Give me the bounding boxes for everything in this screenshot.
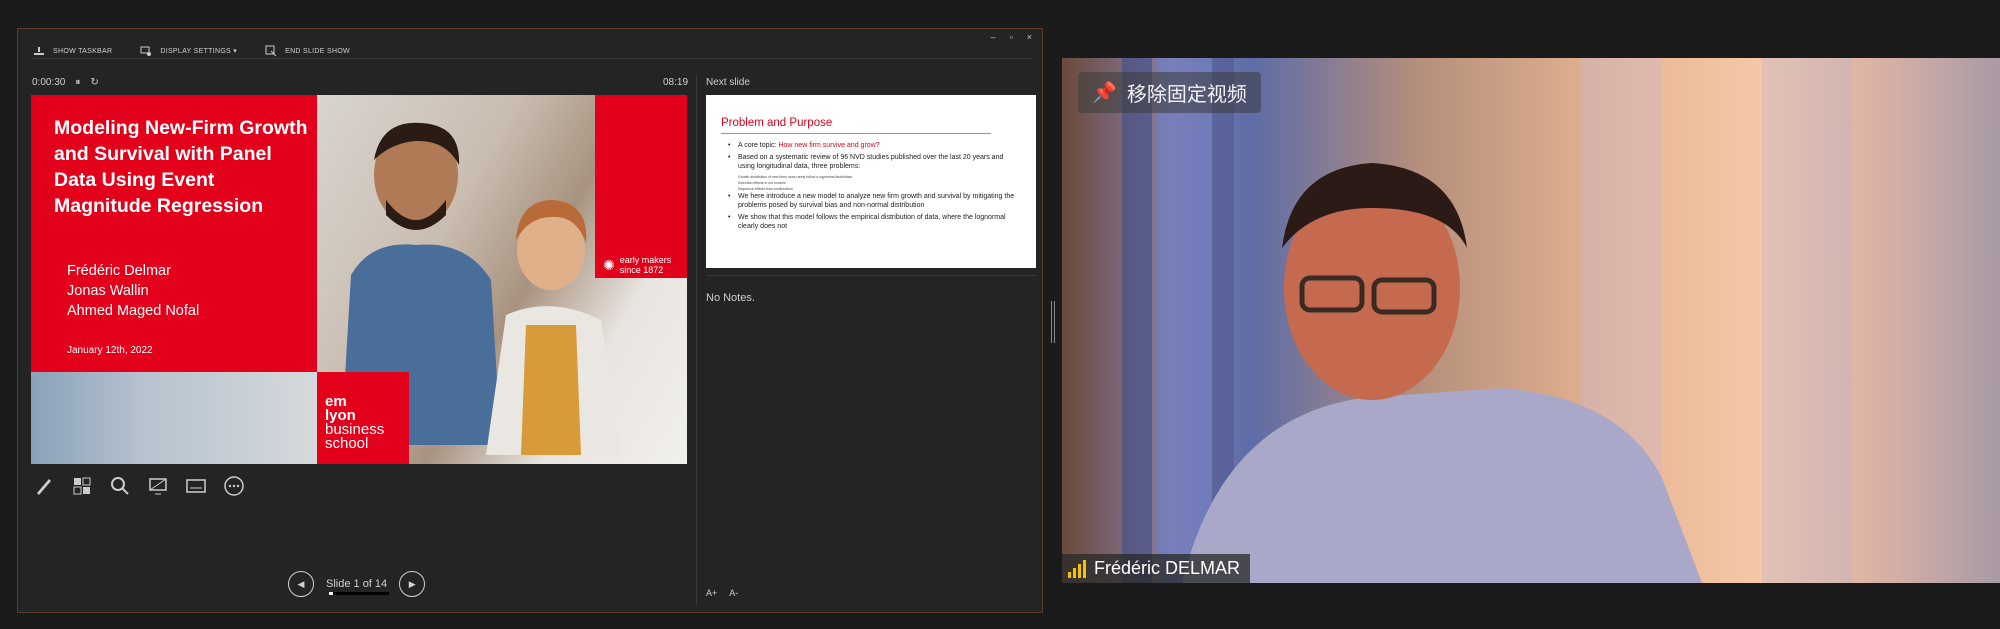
minimize-button[interactable]: – xyxy=(991,32,996,42)
previous-icon: ◀ xyxy=(297,578,305,589)
black-screen-icon[interactable] xyxy=(147,475,169,497)
slide-authors: Frédéric Delmar Jonas Wallin Ahmed Maged… xyxy=(67,261,199,321)
layout-splitter-handle[interactable] xyxy=(1051,301,1055,343)
display-settings-icon xyxy=(140,46,152,56)
slide-counter: Slide 1 of 14 xyxy=(326,578,388,590)
tagline: ✺ early makers since 1872 xyxy=(603,255,671,275)
slide-progress-fill xyxy=(329,592,334,595)
more-options-icon[interactable] xyxy=(223,475,245,497)
emblem-icon: ✺ xyxy=(603,257,615,273)
slide-tools xyxy=(33,475,245,497)
decrease-font-button[interactable]: A- xyxy=(729,588,738,598)
author-3: Ahmed Maged Nofal xyxy=(67,303,200,319)
unpin-video-label: 移除固定视频 xyxy=(1126,84,1247,106)
tagline-line-2: since 1872 xyxy=(619,265,664,275)
next-bullet-4: We show that this model follows the empi… xyxy=(728,213,1018,231)
pen-icon[interactable] xyxy=(33,475,55,497)
title-panel: Modeling New-Firm Growth and Survival wi… xyxy=(31,95,317,372)
slide-photo-bottom xyxy=(31,372,317,464)
school-logo: em lyon business school xyxy=(317,372,409,464)
pin-icon: 📌 xyxy=(1092,82,1117,104)
window-controls: – ▫ × xyxy=(991,32,1032,42)
pane-divider[interactable] xyxy=(696,75,697,605)
subtitles-icon[interactable] xyxy=(185,475,207,497)
author-2: Jonas Wallin xyxy=(67,283,149,299)
show-taskbar-label: SHOW TASKBAR xyxy=(53,47,113,55)
logo-text: em lyon business school xyxy=(325,394,384,452)
restore-button[interactable]: ▫ xyxy=(1010,32,1013,42)
close-button[interactable]: × xyxy=(1027,32,1032,42)
next-bullet-2: Based on a systematic review of 96 NVD s… xyxy=(728,153,1018,171)
author-1: Frédéric Delmar xyxy=(67,263,171,279)
next-slide-preview[interactable]: Problem and Purpose A core topic: How ne… xyxy=(706,95,1036,268)
increase-font-button[interactable]: A+ xyxy=(706,588,717,598)
participant-name: Frédéric DELMAR xyxy=(1094,558,1241,578)
next-slide-title: Problem and Purpose xyxy=(721,117,833,129)
next-bullet-1: A core topic: How new firm survive and g… xyxy=(728,141,1018,150)
unpin-video-badge[interactable]: 📌 移除固定视频 xyxy=(1078,72,1261,113)
participant-video[interactable]: 📌 移除固定视频 Frédéric DELMAR xyxy=(1062,58,2000,583)
pause-icon[interactable]: ⏸ xyxy=(75,77,80,88)
end-slide-show-label: END SLIDE SHOW xyxy=(285,47,350,55)
display-settings-label: DISPLAY SETTINGS ▾ xyxy=(160,48,238,55)
zoom-icon[interactable] xyxy=(109,475,131,497)
next-slide-body: A core topic: How new firm survive and g… xyxy=(728,141,1018,234)
next-slide-button[interactable]: ▶ xyxy=(399,571,426,597)
reset-icon[interactable]: ↻ xyxy=(90,77,98,88)
slide-progress-bar xyxy=(329,592,389,595)
elapsed-time: 0:00:30 xyxy=(32,77,66,88)
see-all-slides-icon[interactable] xyxy=(71,475,93,497)
speaker-notes: No Notes. xyxy=(706,292,755,304)
clock: 08:19 xyxy=(663,77,689,88)
presenter-view-window: SHOW TASKBAR DISPLAY SETTINGS ▾ END SLID… xyxy=(17,28,1043,613)
notes-font-controls: A+ A- xyxy=(706,588,738,598)
next-slide-rule xyxy=(721,133,991,134)
notes-divider xyxy=(706,275,1036,276)
current-slide[interactable]: Modeling New-Firm Growth and Survival wi… xyxy=(31,95,687,464)
timer: 0:00:30 ⏸ ↻ xyxy=(32,77,99,88)
taskbar-icon xyxy=(34,47,44,55)
tagline-line-1: early makers xyxy=(619,255,672,265)
logo-line-4: school xyxy=(325,435,369,452)
next-slide-label: Next slide xyxy=(706,77,750,88)
toolbar-divider xyxy=(33,58,1033,59)
tagline-panel: ✺ early makers since 1872 xyxy=(595,95,687,278)
signal-strength-icon xyxy=(1068,559,1086,578)
slide-title: Modeling New-Firm Growth and Survival wi… xyxy=(54,117,308,217)
next-icon: ▶ xyxy=(408,578,416,589)
next-bullet-3: We here introduce a new model to analyze… xyxy=(728,192,1018,210)
slide-date: January 12th, 2022 xyxy=(67,345,153,356)
video-frame xyxy=(1122,58,1852,583)
end-show-icon xyxy=(265,45,277,57)
previous-slide-button[interactable]: ◀ xyxy=(288,571,314,597)
participant-name-badge: Frédéric DELMAR xyxy=(1062,554,1251,583)
